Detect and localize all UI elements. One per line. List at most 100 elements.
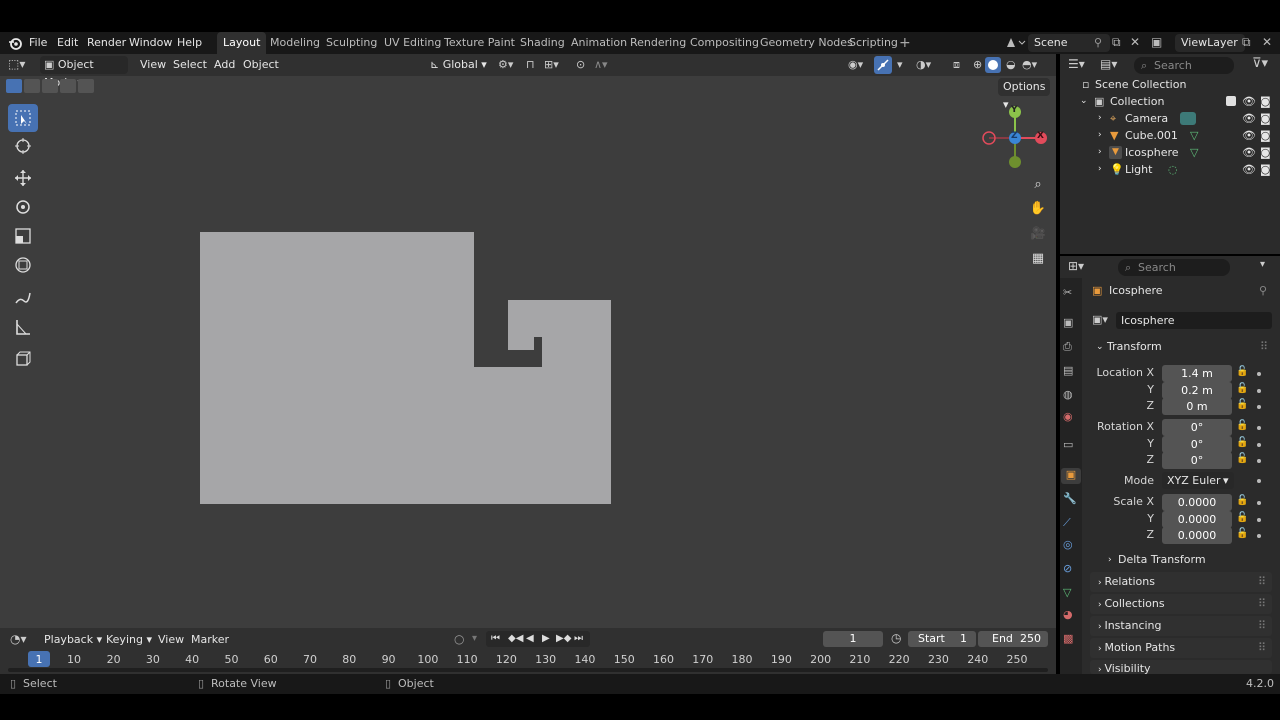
lock-icon[interactable]: 🔓 bbox=[1236, 420, 1248, 432]
menu-edit[interactable]: Edit bbox=[57, 36, 78, 49]
current-frame-field[interactable]: 1 bbox=[823, 631, 883, 647]
keying-dropdown-icon[interactable]: ▾ bbox=[472, 633, 477, 644]
filter-icon[interactable]: ⊽▾ bbox=[1252, 56, 1268, 71]
tab-rendering[interactable]: Rendering bbox=[624, 32, 692, 54]
keyframe-dot-icon[interactable] bbox=[1257, 459, 1261, 463]
outliner-item-light[interactable]: › 💡 Light ◌ 👁 ◙ bbox=[1060, 161, 1280, 178]
timeline-menu-view[interactable]: View bbox=[154, 632, 188, 648]
keyframe-dot-icon[interactable] bbox=[1257, 372, 1261, 376]
end-frame-field[interactable]: End 250 bbox=[978, 631, 1048, 647]
timeline-menu-keying[interactable]: Keying ▾ bbox=[102, 632, 156, 648]
keyframe-dot-icon[interactable] bbox=[1257, 426, 1261, 430]
timeline-scrollbar[interactable] bbox=[8, 668, 1048, 672]
keyframe-dot-icon[interactable] bbox=[1257, 501, 1261, 505]
outliner-editor-icon[interactable]: ☰▾ bbox=[1068, 57, 1085, 71]
lock-icon[interactable]: 🔓 bbox=[1236, 512, 1248, 524]
scene-tab-icon[interactable]: ◍ bbox=[1063, 388, 1079, 404]
tab-compositing[interactable]: Compositing bbox=[684, 32, 765, 54]
properties-editor-icon[interactable]: ⊞▾ bbox=[1068, 259, 1084, 273]
scene-collection-row[interactable]: ▫ Scene Collection bbox=[1060, 76, 1280, 93]
lock-icon[interactable]: 🔓 bbox=[1236, 453, 1248, 465]
eye-icon[interactable]: 👁 bbox=[1242, 127, 1256, 144]
delta-transform-subpanel[interactable]: › Delta Transform bbox=[1100, 551, 1272, 569]
motion-paths-panel-header[interactable]: › Motion Paths ⠿ bbox=[1090, 638, 1272, 658]
camera-render-icon[interactable]: ◙ bbox=[1260, 127, 1271, 144]
outliner-item-camera[interactable]: › ⌖ Camera 👁 ◙ bbox=[1060, 110, 1280, 127]
collection-row[interactable]: ⌄ ▣ Collection 👁 ◙ bbox=[1060, 93, 1280, 110]
texture-tab-icon[interactable]: ▩ bbox=[1063, 632, 1079, 648]
light-data-icon[interactable]: ◌ bbox=[1168, 161, 1178, 178]
lock-icon[interactable]: 🔓 bbox=[1236, 366, 1248, 378]
modifier-tab-icon[interactable]: 🔧 bbox=[1063, 492, 1079, 508]
camera-render-icon[interactable]: ◙ bbox=[1260, 144, 1271, 161]
collection-checkbox[interactable] bbox=[1226, 96, 1236, 106]
drag-handle-icon[interactable]: ⠿ bbox=[1258, 594, 1266, 614]
expand-icon[interactable]: › bbox=[1098, 110, 1102, 127]
jump-start-icon[interactable]: ⏮ bbox=[491, 631, 500, 647]
eye-icon[interactable]: 👁 bbox=[1242, 144, 1256, 161]
keyframe-dot-icon[interactable] bbox=[1257, 443, 1261, 447]
keyframe-dot-icon[interactable] bbox=[1257, 389, 1261, 393]
expand-icon[interactable]: › bbox=[1098, 161, 1102, 178]
lock-icon[interactable]: 🔓 bbox=[1236, 437, 1248, 449]
lock-icon[interactable]: 🔓 bbox=[1236, 399, 1248, 411]
viewlayer-icon[interactable]: ▣ bbox=[1151, 35, 1162, 49]
timeline-menu-marker[interactable]: Marker bbox=[187, 632, 233, 648]
rotation-mode-dropdown[interactable]: XYZ Euler ▾ bbox=[1162, 472, 1234, 489]
collections-panel-header[interactable]: › Collections ⠿ bbox=[1090, 594, 1272, 614]
visibility-panel-header[interactable]: › Visibility bbox=[1090, 660, 1272, 674]
menu-window[interactable]: Window bbox=[129, 36, 172, 49]
scene-objects[interactable] bbox=[0, 54, 1056, 628]
new-scene-icon[interactable]: ⧉ bbox=[1112, 35, 1121, 50]
play-icon[interactable]: ▶ bbox=[542, 631, 550, 647]
tab-shading[interactable]: Shading bbox=[514, 32, 571, 54]
next-keyframe-icon[interactable]: ▶◆ bbox=[556, 631, 571, 647]
constraints-tab-icon[interactable]: ⊘ bbox=[1063, 562, 1079, 578]
object-data-dropdown[interactable]: ▣▾ bbox=[1092, 313, 1114, 329]
drag-handle-icon[interactable]: ⠿ bbox=[1260, 338, 1268, 356]
tab-animation[interactable]: Animation bbox=[565, 32, 633, 54]
menu-file[interactable]: File bbox=[29, 36, 47, 49]
tool-tab-icon[interactable]: ✂ bbox=[1063, 286, 1079, 302]
eye-icon[interactable]: 👁 bbox=[1242, 161, 1256, 178]
keyframe-dot-icon[interactable] bbox=[1257, 518, 1261, 522]
scene-selector-icon[interactable] bbox=[1003, 34, 1027, 52]
keyframe-dot-icon[interactable] bbox=[1257, 534, 1261, 538]
drag-handle-icon[interactable]: ⠿ bbox=[1258, 616, 1266, 636]
outliner-item-cube[interactable]: › ▼ Cube.001 ▽ 👁 ◙ bbox=[1060, 127, 1280, 144]
relations-panel-header[interactable]: › Relations ⠿ bbox=[1090, 572, 1272, 592]
lock-icon[interactable]: 🔓 bbox=[1236, 495, 1248, 507]
instancing-panel-header[interactable]: › Instancing ⠿ bbox=[1090, 616, 1272, 636]
pin-icon[interactable]: ⚲ bbox=[1259, 284, 1267, 297]
expand-icon[interactable]: › bbox=[1098, 127, 1102, 144]
viewlayer-name-field[interactable]: ViewLayer bbox=[1175, 34, 1245, 52]
drag-handle-icon[interactable]: ⠿ bbox=[1258, 638, 1266, 658]
output-tab-icon[interactable]: ⎙ bbox=[1063, 340, 1079, 356]
lock-icon[interactable]: 🔓 bbox=[1236, 528, 1248, 540]
tab-texture-paint[interactable]: Texture Paint bbox=[438, 32, 521, 54]
object-name-field[interactable]: Icosphere bbox=[1116, 312, 1272, 329]
timeline-menu-playback[interactable]: Playback ▾ bbox=[40, 632, 106, 648]
collection-tab-icon[interactable]: ▭ bbox=[1063, 438, 1079, 454]
object-tab-icon[interactable]: ▣ bbox=[1061, 468, 1081, 484]
properties-search-input[interactable]: ⌕ Search bbox=[1118, 259, 1230, 276]
rotation-y-field[interactable]: 0° bbox=[1162, 436, 1232, 453]
start-frame-field[interactable]: Start 1 bbox=[908, 631, 976, 647]
delete-scene-icon[interactable]: ✕ bbox=[1130, 35, 1140, 49]
data-tab-icon[interactable]: ▽ bbox=[1063, 586, 1079, 602]
play-reverse-icon[interactable]: ◀ bbox=[526, 631, 534, 647]
outliner-item-icosphere[interactable]: › ▼ Icosphere ▽ 👁 ◙ bbox=[1060, 144, 1280, 161]
new-viewlayer-icon[interactable]: ⧉ bbox=[1242, 35, 1251, 50]
pin-icon[interactable]: ⚲ bbox=[1094, 36, 1102, 49]
tab-sculpting[interactable]: Sculpting bbox=[320, 32, 383, 54]
collection-expand-icon[interactable]: ⌄ bbox=[1080, 93, 1088, 110]
drag-handle-icon[interactable]: ⠿ bbox=[1258, 572, 1266, 592]
prev-keyframe-icon[interactable]: ◆◀ bbox=[508, 631, 523, 647]
location-x-field[interactable]: 1.4 m bbox=[1162, 365, 1232, 382]
scale-y-field[interactable]: 0.0000 bbox=[1162, 511, 1232, 528]
blender-logo-icon[interactable] bbox=[8, 36, 22, 50]
tab-uv-editing[interactable]: UV Editing bbox=[378, 32, 447, 54]
transform-panel-header[interactable]: ⌄ Transform ⠿ bbox=[1090, 338, 1272, 356]
3d-viewport[interactable]: ⬚▾ ▣ Object Mode ▾ View Select Add Objec… bbox=[0, 54, 1056, 628]
clock-icon[interactable]: ◷ bbox=[891, 631, 901, 645]
